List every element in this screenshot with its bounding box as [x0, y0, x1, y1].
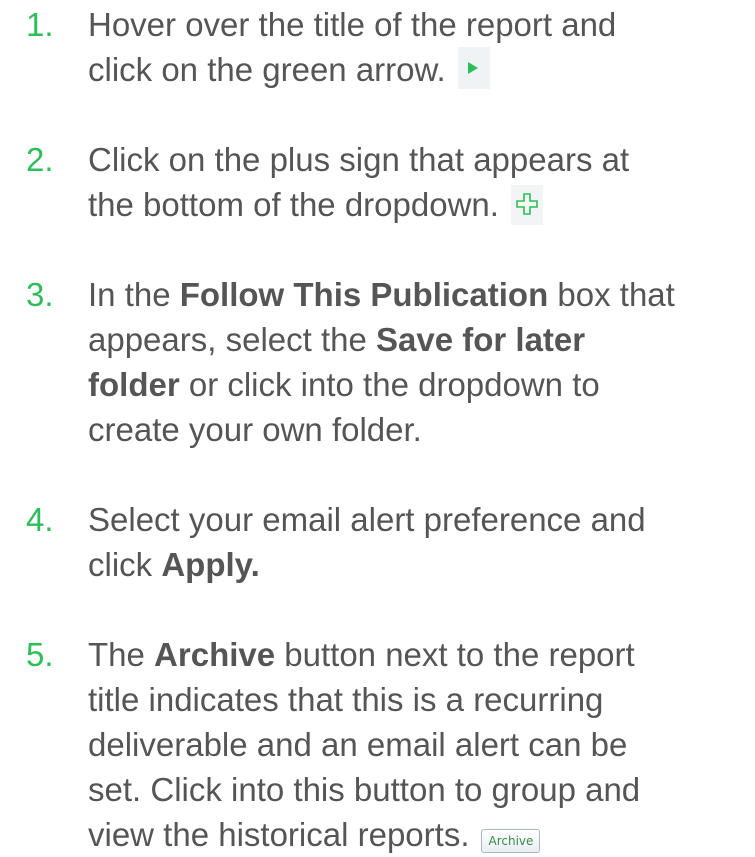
archive-button[interactable]: Archive [481, 829, 541, 854]
step-number: 2. [26, 141, 54, 178]
step-text-run: set. Click into this button to group and [88, 771, 641, 808]
step-line: Hover over the title of the report and [88, 6, 617, 43]
step-4: 4. Select your email alert preference an… [26, 497, 755, 587]
step-text-run: appears, select the [88, 321, 377, 358]
step-number: 5. [26, 636, 54, 673]
step-5: 5. The Archive button next to the report… [26, 632, 755, 857]
save-for-later-label: Save for later [376, 321, 586, 358]
step-text: Hover over the title of the report and c… [88, 2, 755, 93]
green-plus-icon [510, 185, 543, 226]
instruction-steps: 1. Hover over the title of the report an… [0, 0, 755, 854]
step-text-run: button next to the report [275, 636, 635, 673]
step-text-run: click [88, 546, 162, 583]
step-number: 4. [26, 501, 54, 538]
step-3: 3. In the Follow This Publication box th… [26, 272, 755, 452]
green-arrow-icon [457, 47, 490, 90]
save-for-later-label: folder [88, 366, 180, 403]
apply-label: Apply. [161, 546, 260, 583]
step-text: In the Follow This Publication box that … [88, 272, 755, 452]
step-1: 1. Hover over the title of the report an… [26, 2, 755, 93]
step-text-run: create your own folder. [88, 411, 422, 448]
step-text-run: deliverable and an email alert can be [88, 726, 628, 763]
step-text-run: The [88, 636, 155, 673]
step-number: 3. [26, 276, 54, 313]
step-text-run: In the [88, 276, 180, 313]
step-number: 1. [26, 6, 54, 43]
step-text: The Archive button next to the report ti… [88, 632, 755, 857]
step-text-run: Select your email alert preference and [88, 501, 646, 538]
step-line: click on the green arrow. [88, 51, 446, 88]
step-line: Click on the plus sign that appears at [88, 141, 630, 178]
step-line: the bottom of the dropdown. [88, 186, 499, 223]
step-text-run: or click into the dropdown to [179, 366, 600, 403]
step-text-run: title indicates that this is a recurring [88, 681, 604, 718]
step-text-run: box that [548, 276, 675, 313]
step-text: Click on the plus sign that appears at t… [88, 137, 755, 227]
step-text: Select your email alert preference and c… [88, 497, 755, 587]
step-2: 2. Click on the plus sign that appears a… [26, 137, 755, 227]
follow-this-publication-label: Follow This Publication [179, 276, 549, 313]
step-text-run: view the historical reports. [88, 816, 470, 853]
archive-label: Archive [154, 636, 276, 673]
